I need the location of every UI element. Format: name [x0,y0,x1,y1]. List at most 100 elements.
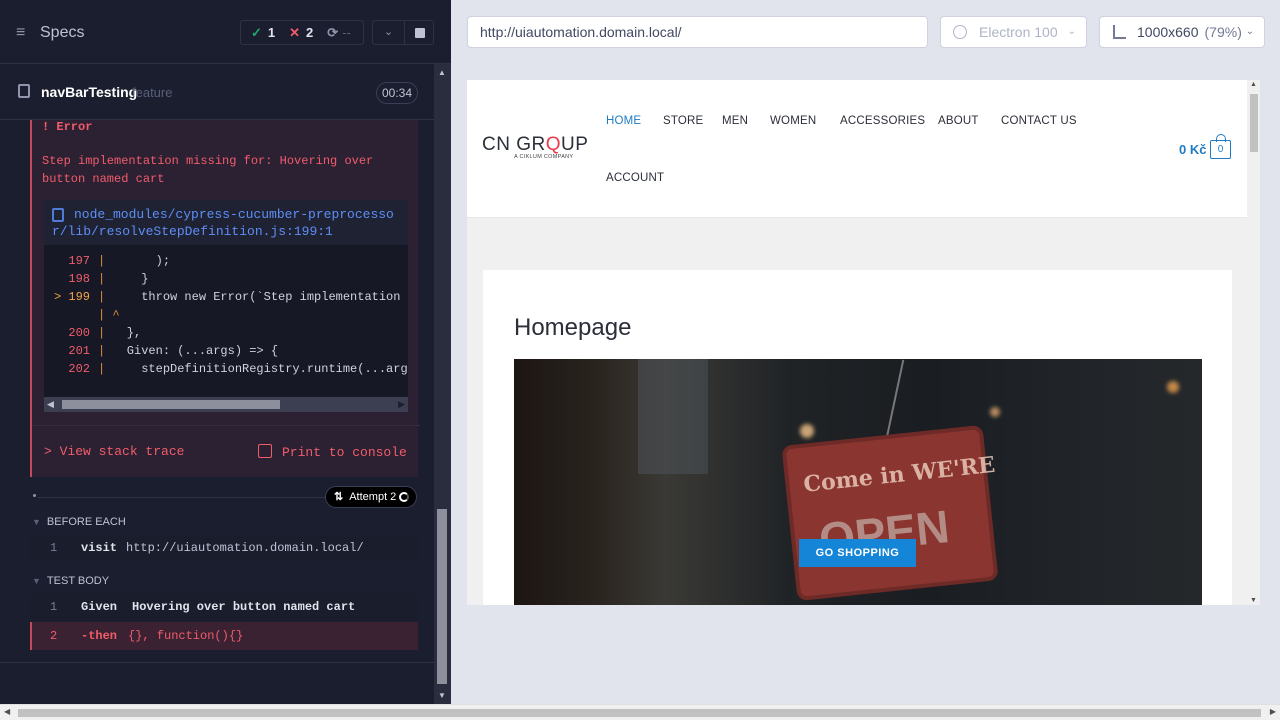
print-to-console-label: Print to console [282,445,407,460]
hero-light [800,424,814,438]
print-to-console-button[interactable]: Print to console [258,444,407,460]
command-row[interactable]: 1 visit http://uiautomation.domain.local… [30,534,418,562]
spinner-icon: ⟳ [327,24,339,40]
code-line: 198 | } [44,270,408,288]
scroll-left-icon[interactable]: ◀ [4,707,10,716]
attempt-badge[interactable]: ⇅ Attempt 2 [325,486,417,508]
nav-contact-us[interactable]: CONTACT US [1001,115,1077,127]
cart-amount[interactable]: 0 Kč [1179,142,1206,157]
divider [0,662,434,663]
collapse-icon: ⇅ [334,491,344,503]
code-scrollbar-thumb[interactable] [62,400,280,409]
code-scrollbar[interactable]: ◀ ▶ [44,397,408,412]
chevron-down-icon[interactable]: ⌄ [372,20,405,45]
spec-name: navBarTesting [41,84,138,100]
code-text: }, [105,326,142,340]
code-line: 200 | }, [44,324,408,342]
command-message: http://uiautomation.domain.local/ [126,541,364,555]
check-icon: ✓ [251,24,262,40]
command-row[interactable]: 1 Given Hovering over button named cart [30,593,418,621]
runner-scrollbar[interactable]: ▲ ▼ [434,64,451,704]
page-heading: Homepage [514,314,632,341]
code-line: 201 | Given: (...args) => { [44,342,408,360]
hero-building [638,359,708,474]
spec-row[interactable]: navBarTesting feature 00:34 [0,64,434,120]
print-icon [258,444,272,458]
scroll-down-icon[interactable]: ▼ [1250,597,1257,604]
code-line: 197 | ); [44,252,408,270]
page-horizontal-scrollbar[interactable]: ◀ ▶ [0,704,1280,720]
test-body-label: TEST BODY [46,575,110,587]
code-line-number: 197 [68,254,90,268]
command-name: -then [81,629,118,643]
url-bar[interactable]: http://uiautomation.domain.local/ [467,16,928,48]
nav-store[interactable]: STORE [663,115,703,127]
chevron-down-icon: ▼ [32,576,41,586]
nav-accessories[interactable]: ACCESSORIES [840,115,925,127]
site-logo[interactable]: CN GRQUP A CIKLUM COMPANY [482,134,588,160]
hero-light [990,407,1000,417]
nav-account[interactable]: ACCOUNT [606,172,664,184]
error-message: Step implementation missing for: Hoverin… [42,154,374,186]
spec-extension: feature [132,85,173,100]
error-title: ! Error [42,120,93,134]
command-message: Hovering over button named cart [132,600,356,614]
code-line: 202 | stepDefinitionRegistry.runtime(...a… [44,360,408,378]
aut-scrollbar[interactable]: ▲ ▼ [1247,80,1260,605]
hero-open-sign: Come in WE'RE OPEN [781,424,999,602]
page-scrollbar-thumb[interactable] [18,709,1261,717]
code-line-number: > 199 [53,290,90,304]
scroll-right-icon[interactable]: ▶ [398,399,405,410]
nav-men[interactable]: MEN [722,115,748,127]
nav-about[interactable]: ABOUT [938,115,979,127]
error-actions: > View stack trace Print to console [32,425,420,477]
code-text: ); [105,254,171,268]
runner-scrollbar-thumb[interactable] [437,509,447,684]
ruler-icon [1113,25,1126,39]
view-stack-trace-button[interactable]: > View stack trace [44,444,184,459]
browser-selector[interactable]: Electron 100 ⌄ [940,16,1087,48]
scroll-up-icon[interactable]: ▲ [438,68,446,77]
nav-women[interactable]: WOMEN [770,115,816,127]
aut-panel: http://uiautomation.domain.local/ Electr… [451,0,1280,704]
command-row-failed[interactable]: 2 -then {}, function(){} [30,622,418,650]
scroll-down-icon[interactable]: ▼ [438,691,446,700]
cart-bag-icon[interactable]: 0 [1210,134,1231,159]
command-number: 2 [50,629,58,643]
code-line: > 199 | throw new Error(`Step implementat… [44,288,408,306]
command-number: 1 [50,541,58,555]
code-file-link[interactable]: node_modules/cypress-cucumber-preprocess… [52,206,407,240]
code-frame: node_modules/cypress-cucumber-preprocess… [44,200,408,412]
attempt-dot [33,494,36,497]
hero-sign-text: Come in WE'RE [802,451,997,498]
before-each-heading[interactable]: ▼ BEFORE EACH [32,516,126,528]
x-icon: ✕ [289,24,301,40]
stats-bar: ✓ 1 ✕ 2 ⟳ -- [240,20,364,45]
scroll-up-icon[interactable]: ▲ [1250,81,1257,88]
test-body-heading[interactable]: ▼ TEST BODY [32,575,109,587]
aut-scrollbar-thumb[interactable] [1250,94,1258,152]
command-number: 1 [50,600,58,614]
runner-panel: ≡ Specs ✓ 1 ✕ 2 ⟳ -- ⌄ navBarTesting fea… [0,0,451,704]
specs-title[interactable]: Specs [40,24,84,42]
code-line-number: 200 [68,326,90,340]
scroll-right-icon[interactable]: ▶ [1270,707,1276,716]
code-line-number: 201 [68,344,90,358]
error-block: ! Error Step implementation missing for:… [30,120,420,477]
nav-home[interactable]: HOME [606,115,641,127]
failed-count: 2 [306,25,314,40]
go-shopping-button[interactable]: GO SHOPPING [799,539,916,567]
specs-icon[interactable]: ≡ [16,24,25,42]
attempt-label: Attempt 2 [349,491,397,503]
stop-icon [415,28,425,38]
code-line-number: 198 [68,272,90,286]
passed-count: 1 [267,25,276,40]
viewport-scale: (79%) [1204,24,1242,40]
file-icon [18,84,30,98]
viewport-selector[interactable]: 1000x660 (79%) ⌄ [1099,16,1265,48]
scroll-left-icon[interactable]: ◀ [47,399,54,410]
command-name: visit [81,541,118,555]
command-name: Given [81,600,118,614]
stop-button[interactable] [404,20,434,45]
code-text: Given: (...args) => { [105,344,279,358]
